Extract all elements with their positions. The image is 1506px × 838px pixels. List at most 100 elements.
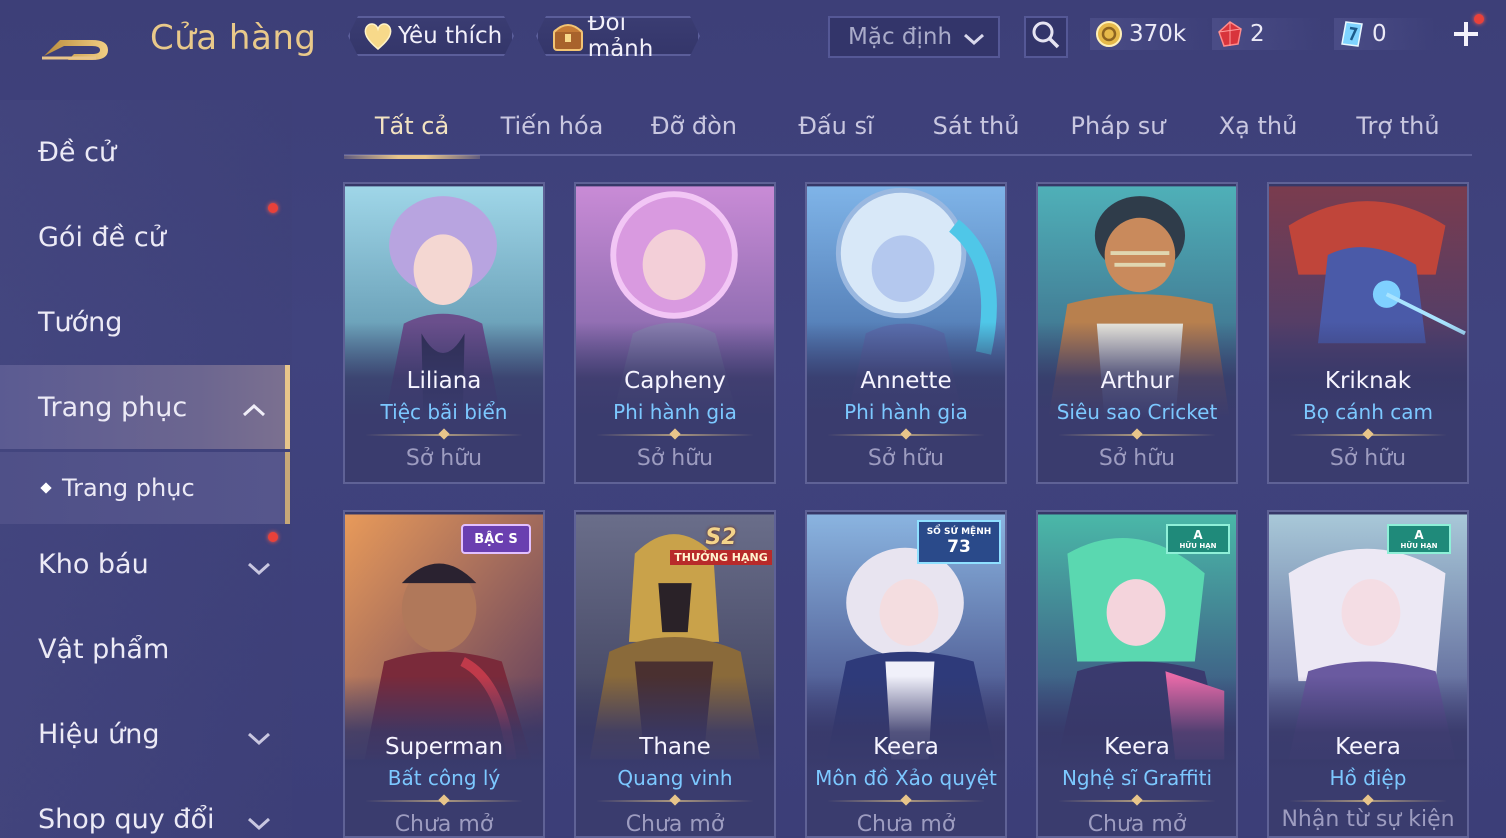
ruby-currency: 2 xyxy=(1216,18,1265,50)
hero-name: Annette xyxy=(860,368,952,394)
skin-name: Hồ điệp xyxy=(1329,766,1407,790)
sidebar-item-label: Gói đề cử xyxy=(38,221,166,253)
tab-mage[interactable]: Pháp sư xyxy=(1050,112,1186,156)
sidebar-item-items[interactable]: Vật phẩm xyxy=(0,607,290,691)
card-divider xyxy=(596,434,754,436)
notification-dot xyxy=(268,532,278,542)
limited-badge: A HỮU HẠN xyxy=(1387,524,1451,554)
hero-name: Liliana xyxy=(406,368,482,394)
card-divider xyxy=(365,434,523,436)
chevron-down-icon xyxy=(962,28,986,54)
sidebar-item-recommended[interactable]: Đề cử xyxy=(0,110,290,194)
ownership-status: Nhận từ sự kiện xyxy=(1281,807,1455,832)
skin-name: Siêu sao Cricket xyxy=(1056,400,1218,424)
voucher-currency: 0 xyxy=(1338,18,1387,50)
skin-card[interactable]: Liliana Tiệc bãi biển Sở hữu xyxy=(343,182,545,484)
ruby-amount: 2 xyxy=(1250,21,1265,47)
hero-name: Thane xyxy=(639,734,711,760)
gold-amount: 370k xyxy=(1129,21,1187,47)
sort-dropdown[interactable]: Mặc định xyxy=(828,16,1000,58)
back-arrow-icon[interactable] xyxy=(38,20,118,64)
ownership-status: Sở hữu xyxy=(405,446,483,471)
battle-pass-badge: SỔ SỨ MỆNH 73 xyxy=(917,520,1001,564)
sidebar-item-treasure[interactable]: Kho báu xyxy=(0,522,290,606)
exchange-shards-button[interactable]: Đổi mảnh xyxy=(536,16,700,56)
limited-tier: A xyxy=(1414,528,1424,542)
sidebar-item-label: Tướng xyxy=(38,306,123,338)
skin-card[interactable]: A HỮU HẠN Keera Nghệ sĩ Graffiti Chưa mở xyxy=(1036,510,1238,838)
notification-dot xyxy=(1474,14,1484,24)
skin-name: Phi hành gia xyxy=(844,400,968,424)
card-divider xyxy=(1289,800,1447,802)
tab-label: Tiến hóa xyxy=(500,112,604,140)
ruby-gem-icon xyxy=(1216,20,1244,48)
tab-fighter[interactable]: Đấu sĩ xyxy=(768,112,904,156)
skin-card[interactable]: S2 THƯỞNG HẠNG Thane Quang vinh Chưa mở xyxy=(574,510,776,838)
tab-label: Sát thủ xyxy=(932,112,1020,140)
skin-card[interactable]: Capheny Phi hành gia Sở hữu xyxy=(574,182,776,484)
tab-marksman[interactable]: Xạ thủ xyxy=(1190,112,1326,156)
top-bar: Cửa hàng Yêu thích Đổi mảnh Mặc định 370… xyxy=(0,0,1506,80)
tab-evolution[interactable]: Tiến hóa xyxy=(484,112,620,156)
tab-tank[interactable]: Đỡ đòn xyxy=(626,112,762,156)
skin-card[interactable]: Kriknak Bọ cánh cam Sở hữu xyxy=(1267,182,1469,484)
chevron-down-icon xyxy=(246,724,272,755)
skin-card[interactable]: A HỮU HẠN Keera Hồ điệp Nhận từ sự kiện xyxy=(1267,510,1469,838)
tab-assassin[interactable]: Sát thủ xyxy=(908,112,1044,156)
skin-name: Nghệ sĩ Graffiti xyxy=(1061,766,1213,790)
sidebar-item-label: Hiệu ứng xyxy=(38,718,160,750)
tab-label: Đấu sĩ xyxy=(798,112,874,140)
ownership-status: Chưa mở xyxy=(1087,812,1187,837)
search-button[interactable] xyxy=(1024,16,1068,58)
sidebar-item-heroes[interactable]: Tướng xyxy=(0,280,290,364)
card-divider xyxy=(1289,434,1447,436)
sidebar-item-recommended-packs[interactable]: Gói đề cử xyxy=(0,195,290,279)
sidebar-subitem-skins[interactable]: Trang phục xyxy=(0,452,290,524)
hero-name: Arthur xyxy=(1100,368,1174,394)
favorites-button[interactable]: Yêu thích xyxy=(348,16,514,56)
ownership-status: Sở hữu xyxy=(1098,446,1176,471)
ownership-status: Sở hữu xyxy=(1329,446,1407,471)
limited-label: HỮU HẠN xyxy=(1400,542,1438,550)
tab-support[interactable]: Trợ thủ xyxy=(1330,112,1466,156)
skin-card[interactable]: Annette Phi hành gia Sở hữu xyxy=(805,182,1007,484)
ownership-status: Chưa mở xyxy=(625,812,725,837)
ownership-status: Chưa mở xyxy=(394,812,494,837)
skin-name: Môn đồ Xảo quyệt xyxy=(815,766,997,790)
voucher-card-icon xyxy=(1338,20,1366,48)
heart-icon xyxy=(360,20,396,52)
notification-dot xyxy=(268,203,278,213)
tab-label: Đỡ đòn xyxy=(650,112,738,140)
sidebar-item-label: Kho báu xyxy=(38,548,149,580)
limited-badge: A HỮU HẠN xyxy=(1166,524,1230,554)
skin-card[interactable]: SỔ SỨ MỆNH 73 Keera Môn đồ Xảo quyệt Chư… xyxy=(805,510,1007,838)
ownership-status: Chưa mở xyxy=(856,812,956,837)
sidebar-item-skins[interactable]: Trang phục xyxy=(0,365,290,449)
gold-coin-icon xyxy=(1095,20,1123,48)
treasure-chest-icon xyxy=(550,20,586,52)
chevron-down-icon xyxy=(246,554,272,585)
ownership-status: Sở hữu xyxy=(867,446,945,471)
skin-card[interactable]: BẬC S Superman Bất công lý Chưa mở xyxy=(343,510,545,838)
tab-label: Xạ thủ xyxy=(1218,112,1298,140)
skin-card[interactable]: Arthur Siêu sao Cricket Sở hữu xyxy=(1036,182,1238,484)
sidebar-item-exchange-shop[interactable]: Shop quy đổi xyxy=(0,777,290,838)
sidebar-item-label: Vật phẩm xyxy=(38,633,170,665)
sidebar: Đề cử Gói đề cử Tướng Trang phục Trang p… xyxy=(0,100,292,838)
sidebar-item-effects[interactable]: Hiệu ứng xyxy=(0,692,290,776)
card-divider xyxy=(827,434,985,436)
skin-name: Phi hành gia xyxy=(613,400,737,424)
favorites-label: Yêu thích xyxy=(398,23,503,49)
hero-name: Keera xyxy=(1335,734,1401,760)
tier-badge: BẬC S xyxy=(461,524,531,554)
hero-name: Keera xyxy=(873,734,939,760)
tab-all[interactable]: Tất cả xyxy=(344,112,480,159)
card-divider xyxy=(1058,434,1216,436)
pass-level: 73 xyxy=(947,537,971,557)
chevron-up-icon xyxy=(241,395,267,426)
card-divider xyxy=(596,800,754,802)
tab-active-underline xyxy=(344,155,480,159)
skin-name: Bất công lý xyxy=(387,766,501,790)
ownership-status: Sở hữu xyxy=(636,446,714,471)
skin-name: Tiệc bãi biển xyxy=(380,400,508,424)
